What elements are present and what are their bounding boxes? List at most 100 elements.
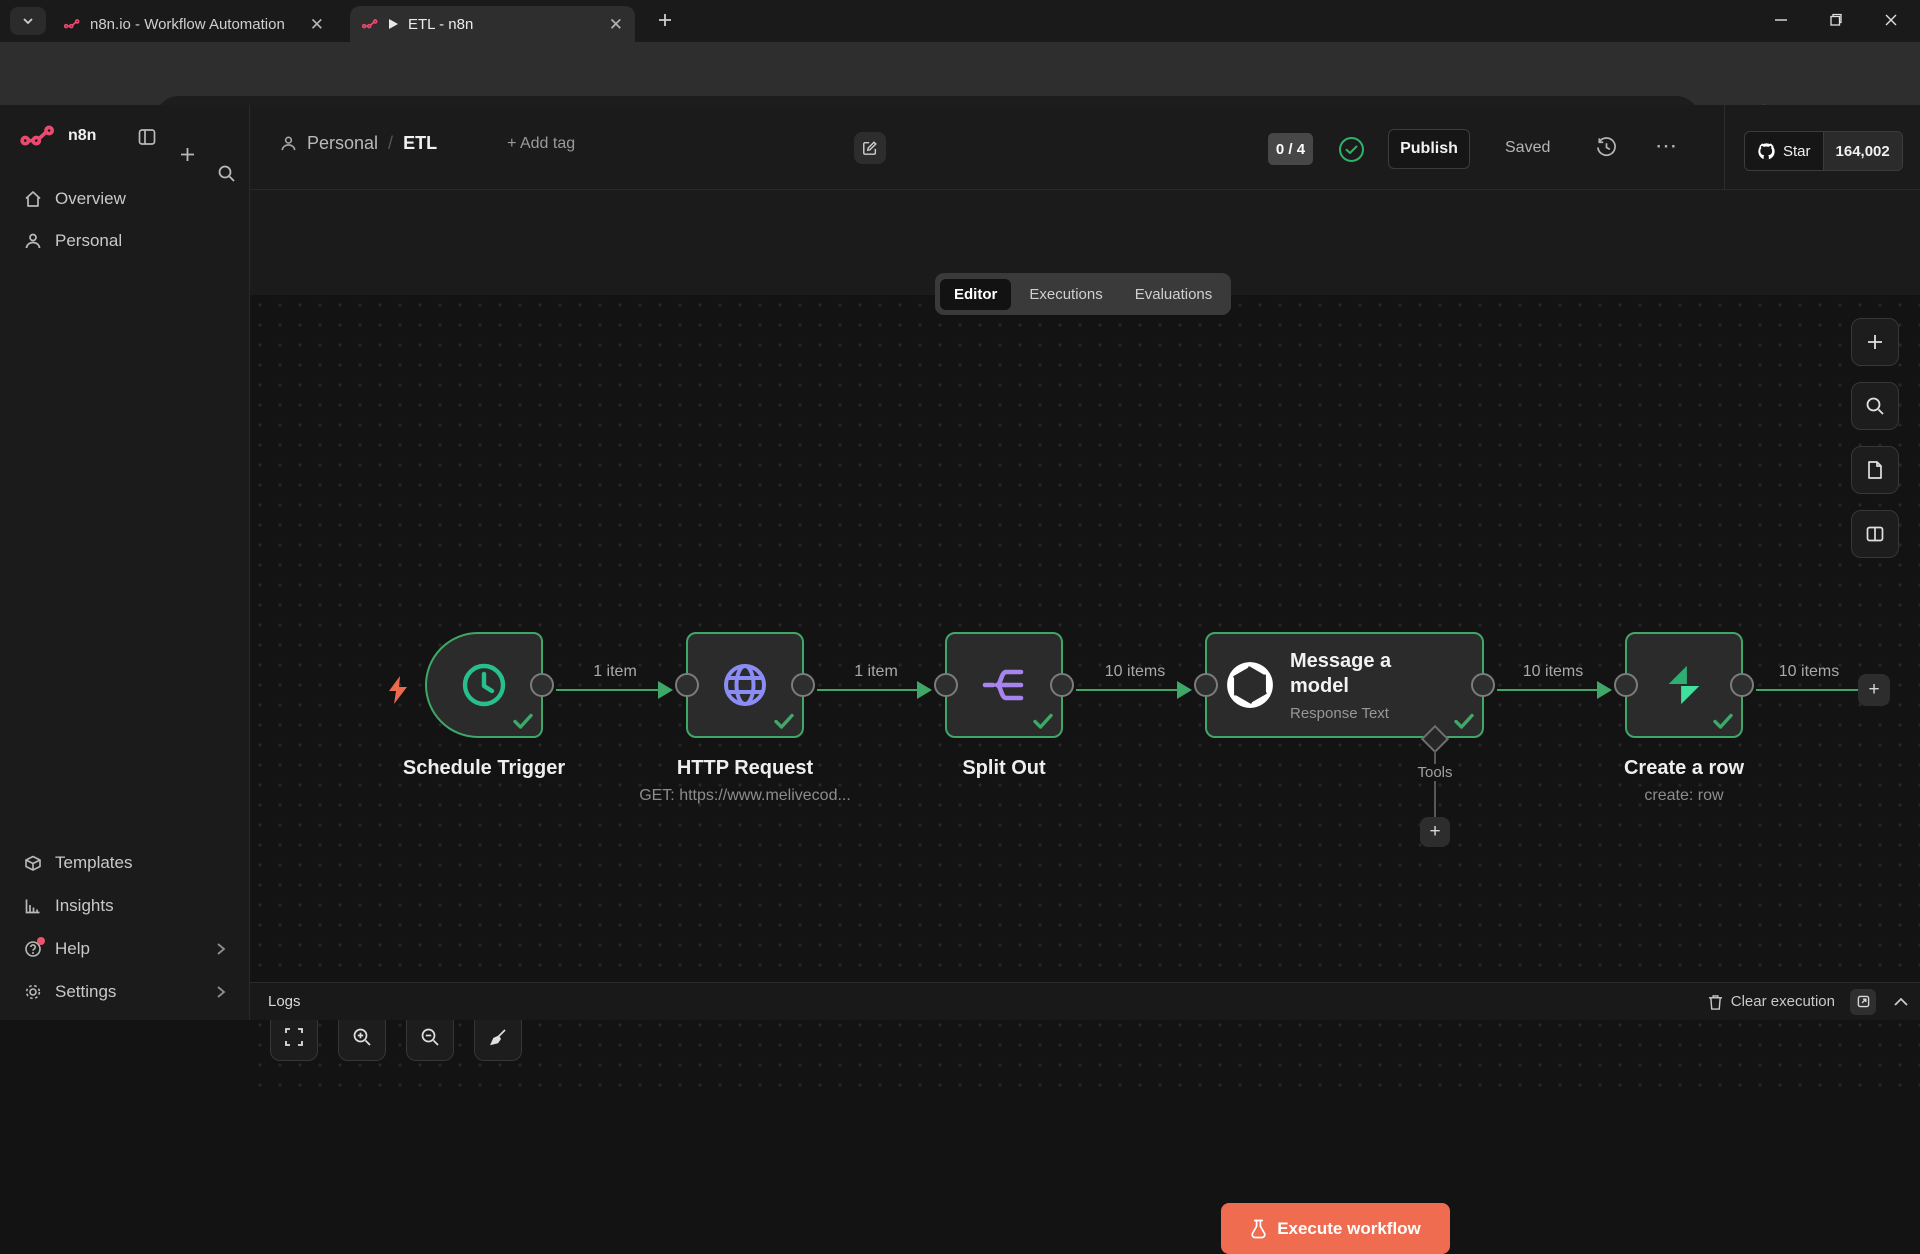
node-create-a-row[interactable] [1625,632,1743,738]
sidebar-item-settings[interactable]: Settings [14,974,236,1010]
workflow-canvas[interactable]: 1 item 1 item 10 items 10 items 10 items… [250,295,1920,1087]
output-port[interactable] [1050,673,1074,697]
sidebar-item-label: Settings [55,982,116,1002]
zoom-out-button[interactable] [406,1013,454,1061]
window-minimize-button[interactable] [1758,0,1804,40]
history-button[interactable] [1595,136,1618,159]
input-port[interactable] [1194,673,1218,697]
supabase-icon [1661,661,1707,709]
publish-button[interactable]: Publish [1388,129,1470,169]
tab-evaluations[interactable]: Evaluations [1121,279,1227,310]
tidy-up-button[interactable] [474,1013,522,1061]
node-title: Message amodel [1290,649,1391,699]
output-port[interactable] [1471,673,1495,697]
open-logs-window-button[interactable] [1850,989,1876,1015]
clock-icon [460,661,508,709]
browser-tab-active[interactable]: ETL - n8n ✕ [350,6,635,42]
fit-view-icon [284,1027,304,1047]
tab-close-icon[interactable]: ✕ [310,16,324,33]
connection-items-label: 1 item [854,663,898,681]
check-circle-icon [1338,136,1365,163]
sidebar-item-personal[interactable]: Personal [14,223,236,259]
workflow-menu-button[interactable]: ⋯ [1655,133,1679,159]
browser-toolbar: n8n.srv1068143.hstgr.cloud/workflow/LzDW… [0,42,1920,105]
breadcrumb: Personal / ETL + Add tag [280,133,575,154]
workflow-name[interactable]: ETL [403,133,437,154]
node-sublabel: create: row [1534,787,1834,805]
node-schedule-trigger[interactable] [425,632,543,738]
box-icon [24,854,42,872]
node-label: Create a row [1564,757,1804,780]
breadcrumb-project[interactable]: Personal [307,133,378,154]
sidebar-item-label: Templates [55,853,132,873]
input-port[interactable] [675,673,699,697]
connection-wire [817,689,920,691]
close-icon [1884,13,1898,27]
globe-icon [721,661,769,709]
sidebar-item-help[interactable]: Help [14,931,236,967]
browser-tab-inactive[interactable]: n8n.io - Workflow Automation ✕ [52,6,336,42]
github-star-button[interactable]: Star [1745,132,1823,170]
split-panel-icon [1865,524,1885,544]
node-message-a-model[interactable]: Message amodel Response Text [1205,632,1484,738]
add-tool-button[interactable]: + [1420,817,1450,847]
bar-chart-icon [24,897,42,915]
toggle-panel-button[interactable] [1851,510,1899,558]
brand-name: n8n [68,127,96,145]
tab-title: ETL - n8n [408,16,600,33]
node-subtitle: Response Text [1290,705,1391,722]
node-sublabel: GET: https://www.melivecod... [595,787,895,805]
add-node-inline-button[interactable]: + [1858,674,1890,706]
execute-workflow-button[interactable]: Execute workflow [1221,1203,1450,1254]
success-check-icon [1030,708,1056,734]
node-label: Schedule Trigger [364,757,604,780]
output-port[interactable] [1730,673,1754,697]
output-port[interactable] [791,673,815,697]
sidebar-item-templates[interactable]: Templates [14,845,236,881]
sidebar-item-label: Help [55,939,90,959]
input-port[interactable] [934,673,958,697]
output-port[interactable] [530,673,554,697]
node-label: HTTP Request [625,757,865,780]
breadcrumb-separator: / [388,133,393,154]
chevron-up-icon [1894,997,1908,1006]
sidebar-item-overview[interactable]: Overview [14,181,236,217]
new-tab-button[interactable] [655,10,675,30]
connection-arrow [1597,681,1612,699]
connection-wire [1076,689,1180,691]
open-nodes-panel-button[interactable] [1851,318,1899,366]
github-star-widget[interactable]: Star 164,002 [1744,131,1903,171]
rename-workflow-button[interactable] [854,132,886,164]
add-tag-button[interactable]: + Add tag [507,135,575,153]
connection-wire [1497,689,1600,691]
window-close-button[interactable] [1868,0,1914,40]
clear-execution-button[interactable]: Clear execution [1708,993,1835,1010]
node-http-request[interactable] [686,632,804,738]
search-icon [1865,396,1885,416]
openai-icon [1225,660,1275,710]
tab-executions[interactable]: Executions [1015,279,1116,310]
node-split-out[interactable] [945,632,1063,738]
zoom-in-button[interactable] [338,1013,386,1061]
window-maximize-button[interactable] [1812,0,1858,40]
person-icon [280,135,297,152]
gear-icon [24,983,42,1001]
logs-panel-header[interactable]: Logs Clear execution [250,982,1920,1020]
panel-icon [138,128,156,146]
github-star-count[interactable]: 164,002 [1823,132,1902,170]
input-port[interactable] [1614,673,1638,697]
split-out-icon [980,661,1028,709]
sticky-note-button[interactable] [1851,446,1899,494]
issues-badge: 0 / 4 [1268,133,1313,165]
expand-logs-button[interactable] [1894,997,1908,1006]
tab-close-icon[interactable]: ✕ [609,16,623,33]
github-star-label: Star [1783,143,1811,160]
tools-label: Tools [1412,764,1457,781]
canvas-search-button[interactable] [1851,382,1899,430]
connection-wire [1756,689,1860,691]
success-check-icon [1710,708,1736,734]
zoom-to-fit-button[interactable] [270,1013,318,1061]
sidebar-item-insights[interactable]: Insights [14,888,236,924]
tab-editor[interactable]: Editor [940,279,1011,310]
tab-search-chevron-button[interactable] [10,7,46,35]
